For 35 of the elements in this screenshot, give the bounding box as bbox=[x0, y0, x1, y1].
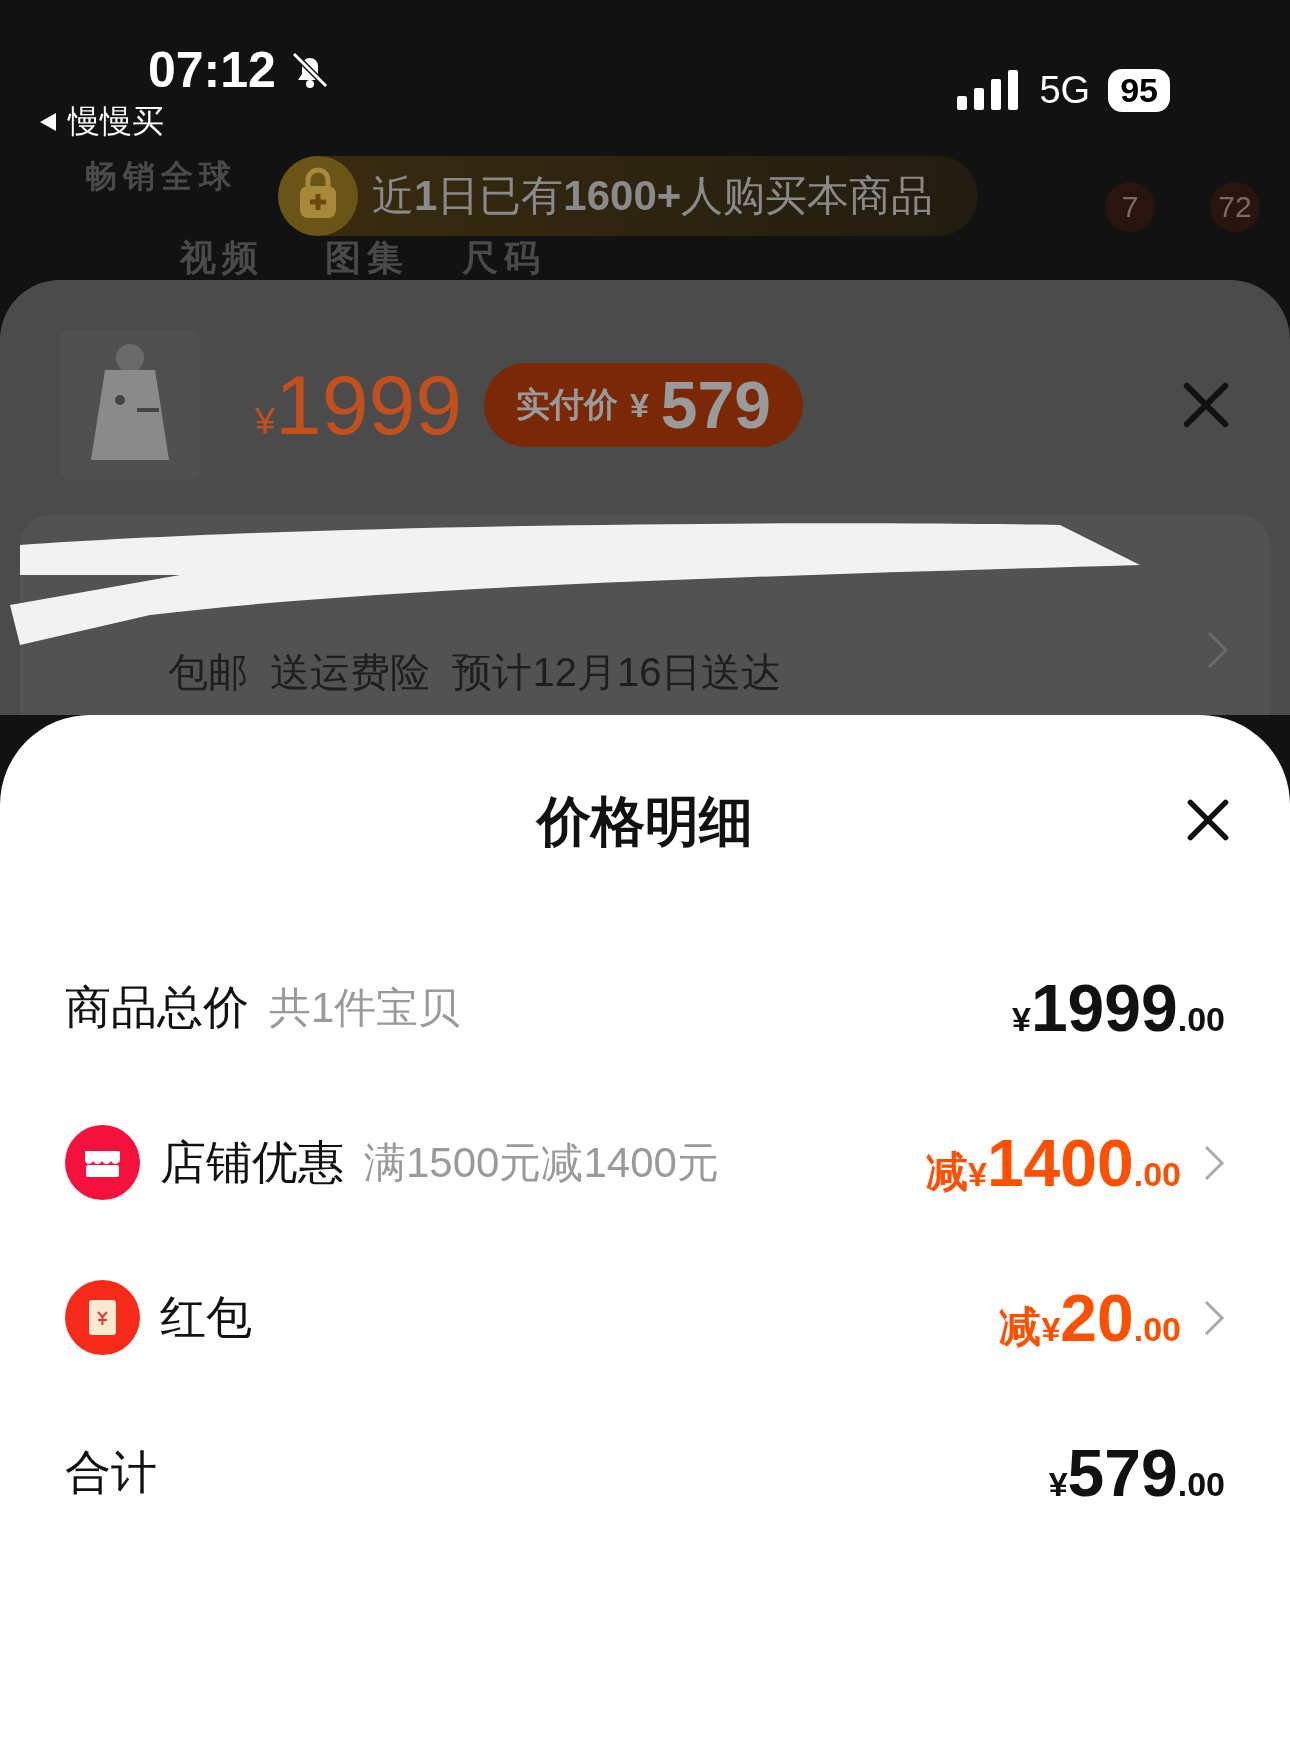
status-time: 07:12 bbox=[148, 41, 276, 99]
media-tab[interactable]: 图集 bbox=[325, 240, 409, 276]
network-label: 5G bbox=[1039, 68, 1091, 112]
row-label: 红包 bbox=[160, 1289, 252, 1345]
bag-icon bbox=[278, 156, 358, 236]
row-amount: 减¥20.00 bbox=[999, 1279, 1181, 1356]
chevron-right-icon bbox=[1206, 630, 1230, 670]
row-label: 合计 bbox=[65, 1444, 157, 1500]
row-note: 满1500元减1400元 bbox=[364, 1137, 719, 1188]
row-amount: ¥579.00 bbox=[1048, 1434, 1225, 1511]
actual-price-badge: 实付价 ¥ 579 bbox=[483, 363, 803, 447]
original-price: ¥1999 bbox=[255, 356, 462, 454]
store-icon bbox=[65, 1125, 140, 1200]
row-label: 商品总价 bbox=[65, 979, 249, 1035]
back-arrow-icon bbox=[38, 112, 58, 132]
envelope-icon bbox=[65, 1280, 140, 1355]
count-badge: 72 bbox=[1210, 182, 1260, 232]
banner-text: 近1日已有1600+人购买本商品 bbox=[372, 171, 934, 221]
close-icon bbox=[1186, 798, 1230, 842]
row-amount: 减¥1400.00 bbox=[926, 1124, 1181, 1201]
slogan-text: 畅销全球 bbox=[85, 160, 237, 192]
battery-level: 95 bbox=[1108, 68, 1170, 112]
media-tab[interactable]: 视频 bbox=[180, 240, 264, 276]
chevron-right-icon[interactable] bbox=[1203, 1143, 1225, 1182]
back-app-name: 慢慢买 bbox=[68, 102, 164, 141]
media-tab[interactable]: 尺码 bbox=[462, 240, 546, 276]
sheet-title: 价格明细 bbox=[537, 790, 753, 853]
close-button[interactable] bbox=[1186, 798, 1230, 842]
chevron-right-icon[interactable] bbox=[1203, 1298, 1225, 1337]
count-badge: 7 bbox=[1105, 182, 1155, 232]
back-link[interactable]: 慢慢买 bbox=[38, 100, 164, 144]
row-label: 店铺优惠 bbox=[160, 1134, 344, 1190]
row-note: 共1件宝贝 bbox=[269, 982, 461, 1033]
close-icon bbox=[1182, 381, 1230, 429]
row-amount: ¥1999.00 bbox=[1012, 969, 1225, 1046]
